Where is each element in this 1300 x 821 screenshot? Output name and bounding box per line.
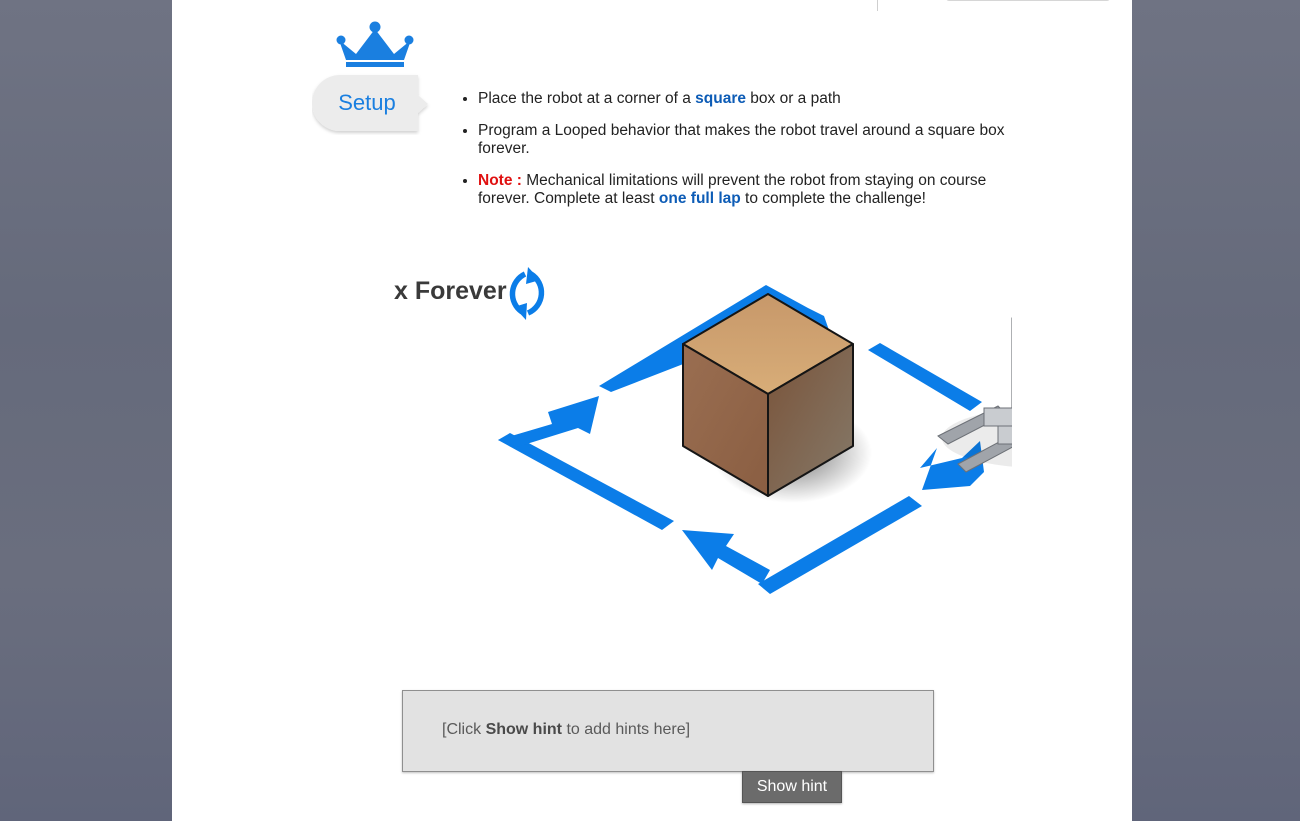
square-path-illustration [498, 267, 1012, 594]
instruction-text: box or a path [745, 90, 841, 107]
instruction-item: Place the robot at a corner of a square … [478, 90, 1038, 108]
hint-text-post: to add hints here] [562, 721, 691, 738]
instruction-item: Program a Looped behavior that makes the… [478, 122, 1038, 158]
top-tab[interactable] [946, 0, 1110, 1]
note-label: Note : [478, 172, 522, 189]
setup-instructions: Place the robot at a corner of a square … [460, 90, 1038, 222]
hint-text: [Click Show hint to add hints here] [442, 721, 690, 739]
loop-forever-label: x Forever [394, 277, 507, 305]
instruction-item: Note : Mechanical limitations will preve… [478, 172, 1038, 208]
keyword-full-lap: one full lap [658, 190, 741, 207]
hint-text-bold: Show hint [485, 721, 562, 738]
background-left [0, 0, 172, 821]
content-page: Setup Place the robot at a corner of a s… [172, 0, 1132, 821]
instruction-text: Place the robot at a corner of a [478, 90, 696, 107]
instruction-text: Program a Looped behavior that makes the… [478, 122, 1005, 157]
loop-icon [509, 267, 545, 320]
instruction-text: to complete the challenge! [740, 190, 926, 207]
background-right [1132, 0, 1300, 821]
show-hint-button[interactable]: Show hint [742, 771, 842, 803]
crown-icon [336, 21, 414, 67]
keyword-square: square [695, 90, 746, 107]
hint-box: [Click Show hint to add hints here] [402, 690, 934, 772]
hint-text-pre: [Click [442, 721, 486, 738]
top-divider [877, 0, 878, 11]
setup-title: Setup [338, 90, 396, 115]
